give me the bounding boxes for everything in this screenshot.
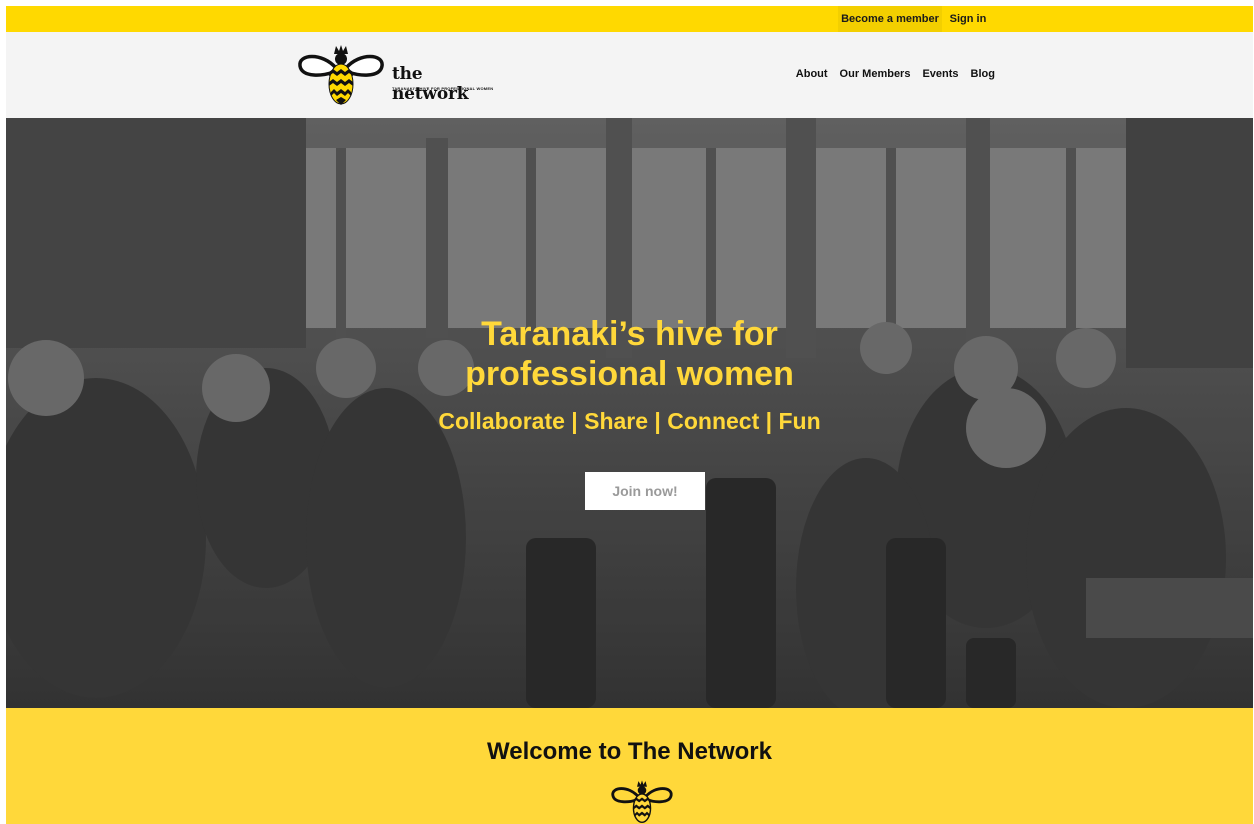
nav-our-members[interactable]: Our Members	[840, 68, 911, 80]
page: Become a member Sign in the network TARA…	[6, 6, 1253, 824]
main-nav: About Our Members Events Blog	[796, 68, 995, 80]
brand-name: the network	[392, 64, 469, 104]
hero-banner: Taranaki’s hive for professional women C…	[6, 118, 1253, 708]
hero-title-line-1: Taranaki’s hive for	[481, 315, 778, 353]
bee-icon	[298, 45, 384, 105]
bee-icon	[611, 780, 673, 824]
brand-tagline: TARANAKI'S HIVE FOR PROFESSIONAL WOMEN	[392, 86, 494, 91]
hero-title: Taranaki’s hive for professional women	[6, 314, 1253, 394]
nav-events[interactable]: Events	[922, 68, 958, 80]
site-logo[interactable]: the network TARANAKI'S HIVE FOR PROFESSI…	[296, 42, 496, 106]
sign-in-link[interactable]: Sign in	[942, 6, 994, 32]
hero-subtitle: Collaborate | Share | Connect | Fun	[438, 408, 821, 434]
nav-blog[interactable]: Blog	[971, 68, 995, 80]
become-member-link[interactable]: Become a member	[838, 6, 942, 32]
nav-about[interactable]: About	[796, 68, 828, 80]
hero-title-line-2: professional women	[465, 355, 794, 393]
site-header: the network TARANAKI'S HIVE FOR PROFESSI…	[6, 32, 1253, 118]
welcome-heading: Welcome to The Network	[487, 738, 772, 765]
welcome-section: Welcome to The Network	[6, 708, 1253, 824]
top-utility-bar: Become a member Sign in	[6, 6, 1253, 32]
join-now-button[interactable]: Join now!	[585, 472, 705, 510]
